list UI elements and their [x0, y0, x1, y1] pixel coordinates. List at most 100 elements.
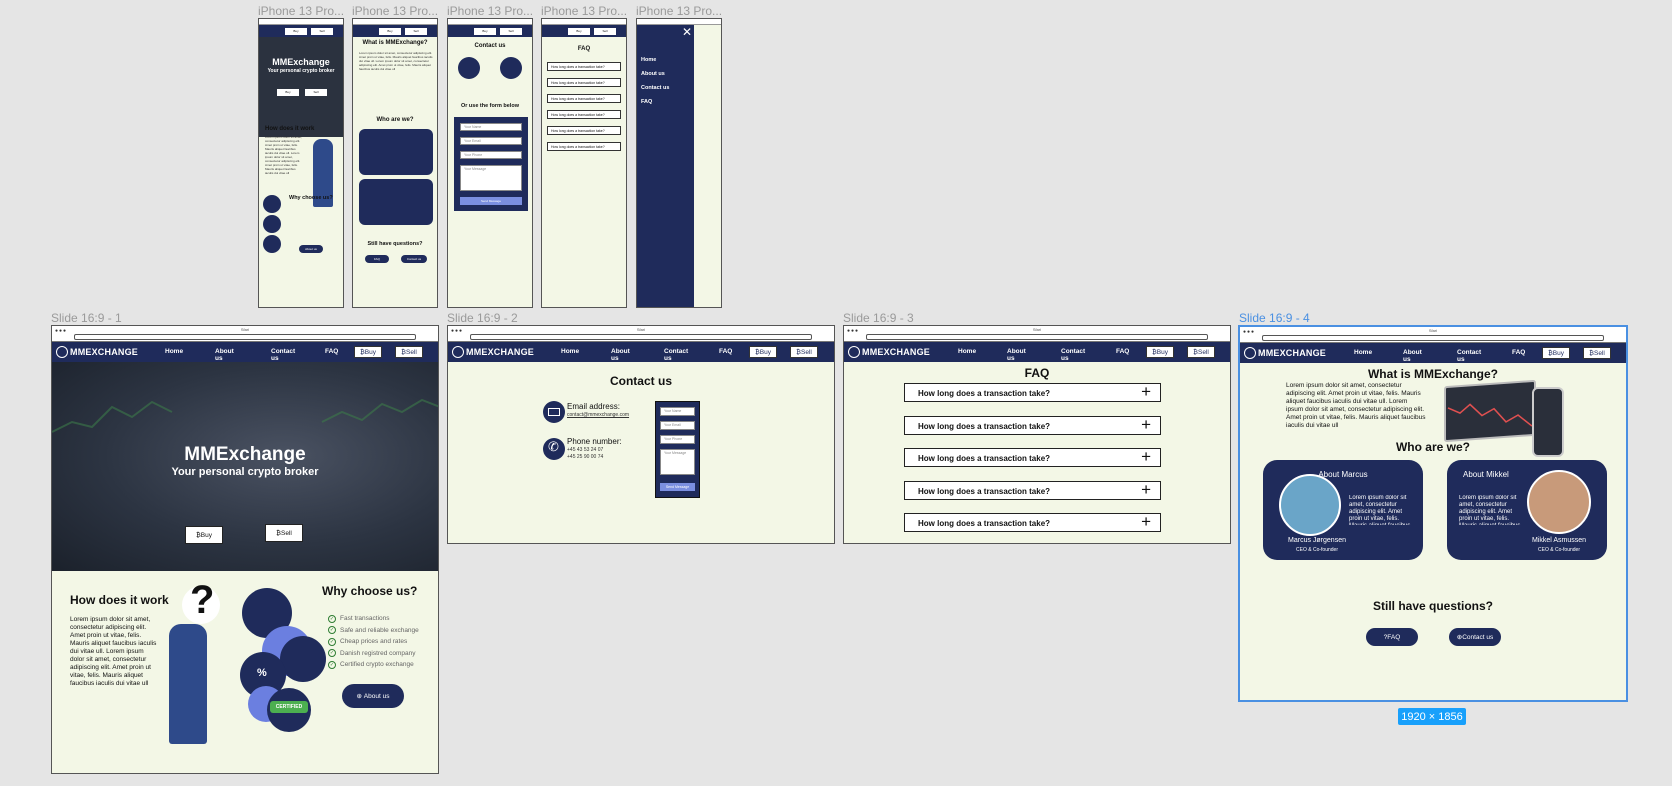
- phone-sell-button[interactable]: Sell: [500, 28, 522, 35]
- phone-message-input[interactable]: Your Message: [460, 165, 522, 191]
- slide-faq[interactable]: ●●● Sfari MMEXCHANGE Home About us Conta…: [843, 325, 1231, 544]
- phone-faq-item[interactable]: How long does a transaction take?: [547, 142, 621, 151]
- address-bar[interactable]: [866, 334, 1208, 340]
- plus-icon[interactable]: +: [1141, 480, 1151, 500]
- nav-contact[interactable]: Contact us: [664, 348, 688, 362]
- phone-hero-sell[interactable]: Sell: [305, 89, 327, 96]
- faq-item-2[interactable]: How long does a transaction take? +: [904, 415, 1161, 435]
- faq-item-1[interactable]: How long does a transaction take? +: [904, 382, 1161, 402]
- nav-about[interactable]: About us: [611, 348, 630, 362]
- slide-contact[interactable]: ●●● Sfari MMEXCHANGE Home About us Conta…: [447, 325, 835, 544]
- phone-frame-home[interactable]: Buy Sell MMExchange Your personal crypto…: [258, 18, 344, 308]
- phone-frame-label-3[interactable]: iPhone 13 Pro...: [447, 4, 533, 18]
- phone-faq-item[interactable]: How long does a transaction take?: [547, 62, 621, 71]
- phone-buy-button[interactable]: Buy: [474, 28, 496, 35]
- faq-item-3[interactable]: How long does a transaction take? +: [904, 447, 1161, 467]
- nav-about[interactable]: About us: [1007, 348, 1026, 362]
- slide-label-4[interactable]: Slide 16:9 - 4: [1239, 311, 1310, 325]
- nav-contact[interactable]: Contact us: [1061, 348, 1085, 362]
- submit-button[interactable]: Send Message: [660, 483, 695, 491]
- faq-item-4[interactable]: How long does a transaction take? +: [904, 480, 1161, 500]
- phone-email-input[interactable]: Your Email: [460, 137, 522, 145]
- close-icon[interactable]: ✕: [682, 25, 692, 39]
- plus-icon[interactable]: +: [1141, 382, 1151, 402]
- phone-frame-label-1[interactable]: iPhone 13 Pro...: [258, 4, 344, 18]
- email-link[interactable]: contact@mmexchange.com: [567, 412, 629, 418]
- phone-input[interactable]: Your Phone: [660, 435, 695, 444]
- menu-item-about[interactable]: About us: [641, 71, 665, 77]
- address-bar[interactable]: [470, 334, 812, 340]
- about-us-button[interactable]: ⊕ About us: [342, 684, 404, 708]
- phone-sell-button[interactable]: Sell: [311, 28, 333, 35]
- slide-home[interactable]: ●●● Sfari MMEXCHANGE Home About us Conta…: [51, 325, 439, 774]
- nav-buy-button[interactable]: ₿ Buy: [354, 346, 382, 358]
- site-logo[interactable]: MMEXCHANGE: [1244, 347, 1326, 359]
- nav-home[interactable]: Home: [561, 348, 579, 355]
- phone-frame-contact[interactable]: Buy Sell Contact us Or use the form belo…: [447, 18, 533, 308]
- phone-faq-item[interactable]: How long does a transaction take?: [547, 110, 621, 119]
- phone-faq-button[interactable]: FAQ: [365, 255, 389, 263]
- nav-buy-button[interactable]: ₿ Buy: [749, 346, 777, 358]
- phone-buy-button[interactable]: Buy: [568, 28, 590, 35]
- slide-label-1[interactable]: Slide 16:9 - 1: [51, 311, 122, 325]
- phone-faq-item[interactable]: How long does a transaction take?: [547, 78, 621, 87]
- nav-home[interactable]: Home: [1354, 349, 1372, 356]
- phone-sell-button[interactable]: Sell: [594, 28, 616, 35]
- email-input[interactable]: Your Email: [660, 421, 695, 430]
- nav-sell-button[interactable]: ₿ Sell: [395, 346, 423, 358]
- nav-buy-button[interactable]: ₿ Buy: [1542, 347, 1570, 359]
- phone-frame-label-5[interactable]: iPhone 13 Pro...: [636, 4, 722, 18]
- name-input[interactable]: Your Name: [660, 407, 695, 416]
- menu-item-home[interactable]: Home: [641, 57, 656, 63]
- phone-hero-buy[interactable]: Buy: [277, 89, 299, 96]
- site-logo[interactable]: MMEXCHANGE: [452, 346, 534, 358]
- nav-sell-button[interactable]: ₿ Sell: [790, 346, 818, 358]
- nav-home[interactable]: Home: [958, 348, 976, 355]
- phone-frame-label-4[interactable]: iPhone 13 Pro...: [541, 4, 627, 18]
- menu-item-contact[interactable]: Contact us: [641, 85, 669, 91]
- nav-sell-button[interactable]: ₿ Sell: [1187, 346, 1215, 358]
- nav-faq[interactable]: FAQ: [1116, 348, 1129, 355]
- phone-sell-button[interactable]: Sell: [405, 28, 427, 35]
- phone-about-button[interactable]: About us: [299, 245, 323, 253]
- plus-icon[interactable]: +: [1141, 447, 1151, 467]
- phone-phone-input[interactable]: Your Phone: [460, 151, 522, 159]
- phone-frame-menu[interactable]: Home About us Contact us FAQ ✕: [636, 18, 722, 308]
- site-logo[interactable]: MMEXCHANGE: [848, 346, 930, 358]
- phone-faq-item[interactable]: How long does a transaction take?: [547, 94, 621, 103]
- nav-about[interactable]: About us: [215, 348, 234, 362]
- plus-icon[interactable]: +: [1141, 415, 1151, 435]
- hero-sell-button[interactable]: ₿ Sell: [265, 524, 303, 542]
- nav-faq[interactable]: FAQ: [1512, 349, 1525, 356]
- faq-button[interactable]: ? FAQ: [1366, 628, 1418, 646]
- phone-buy-button[interactable]: Buy: [285, 28, 307, 35]
- phone-frame-label-2[interactable]: iPhone 13 Pro...: [352, 4, 438, 18]
- address-bar[interactable]: [74, 334, 416, 340]
- slide-label-2[interactable]: Slide 16:9 - 2: [447, 311, 518, 325]
- phone-submit-button[interactable]: Send Message: [460, 197, 522, 205]
- nav-faq[interactable]: FAQ: [325, 348, 338, 355]
- slide-label-3[interactable]: Slide 16:9 - 3: [843, 311, 914, 325]
- phone-buy-button[interactable]: Buy: [379, 28, 401, 35]
- nav-buy-button[interactable]: ₿ Buy: [1146, 346, 1174, 358]
- phone-contact-button[interactable]: Contact us: [401, 255, 427, 263]
- phone-frame-faq[interactable]: Buy Sell FAQ How long does a transaction…: [541, 18, 627, 308]
- nav-contact[interactable]: Contact us: [271, 348, 295, 362]
- phone-frame-about[interactable]: Buy Sell What is MMExchange? Lorem ipsum…: [352, 18, 438, 308]
- contact-us-button[interactable]: ⊕ Contact us: [1449, 628, 1501, 646]
- nav-home[interactable]: Home: [165, 348, 183, 355]
- nav-faq[interactable]: FAQ: [719, 348, 732, 355]
- nav-about[interactable]: About us: [1403, 349, 1422, 363]
- menu-item-faq[interactable]: FAQ: [641, 99, 652, 105]
- phone-name-input[interactable]: Your Name: [460, 123, 522, 131]
- phone-faq-item[interactable]: How long does a transaction take?: [547, 126, 621, 135]
- hero-buy-button[interactable]: ₿ Buy: [185, 526, 223, 544]
- address-bar[interactable]: [1262, 335, 1604, 341]
- slide-about[interactable]: ●●● Sfari MMEXCHANGE Home About us Conta…: [1238, 325, 1628, 702]
- nav-sell-button[interactable]: ₿ Sell: [1583, 347, 1611, 359]
- message-input[interactable]: Your Message: [660, 449, 695, 475]
- plus-icon[interactable]: +: [1141, 512, 1151, 532]
- nav-contact[interactable]: Contact us: [1457, 349, 1481, 363]
- site-logo[interactable]: MMEXCHANGE: [56, 346, 138, 358]
- faq-item-5[interactable]: How long does a transaction take? +: [904, 512, 1161, 532]
